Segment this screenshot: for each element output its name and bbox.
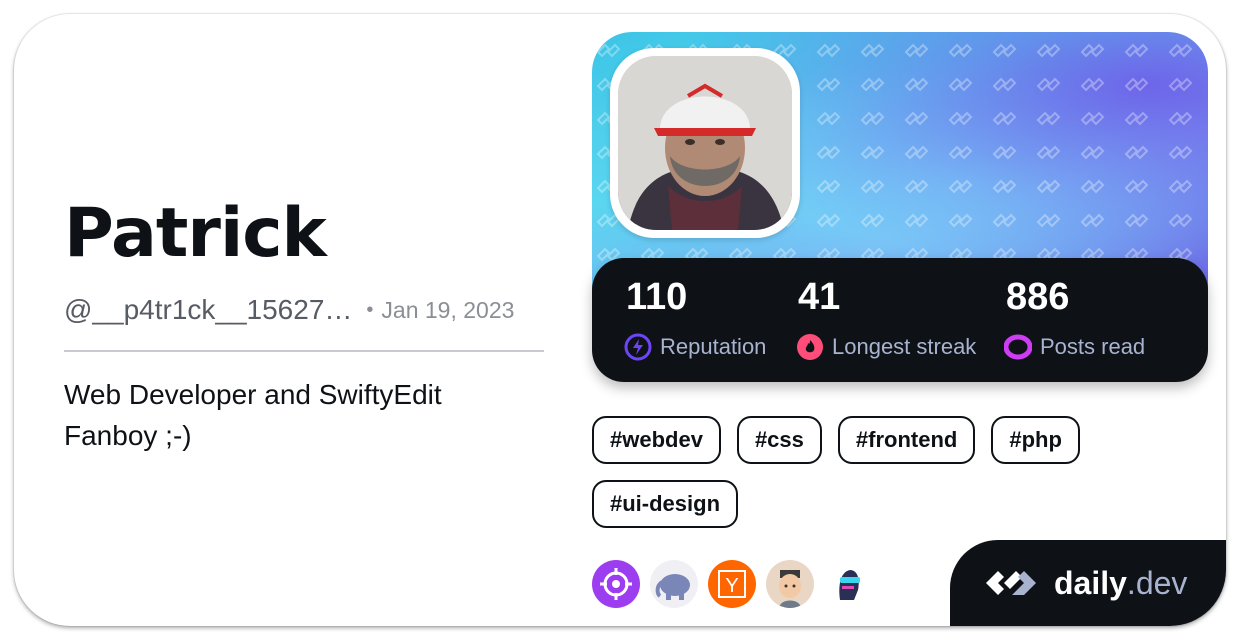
php-elephant-icon — [655, 574, 690, 600]
stat-reputation: 110 Reputation — [624, 276, 766, 361]
person-icon — [618, 56, 792, 230]
flame-icon — [797, 334, 823, 360]
ycombinator-letter: Y — [725, 575, 738, 597]
ring-icon — [1004, 334, 1032, 360]
profile-handle[interactable]: @__p4tr1ck__15627… — [64, 294, 352, 326]
stat-label: Longest streak — [832, 334, 977, 359]
crosshair-icon — [600, 568, 632, 600]
source-robot[interactable] — [824, 560, 872, 608]
divider — [64, 350, 544, 352]
tag-chip[interactable]: #ui-design — [592, 480, 739, 528]
stats-bar: 110 Reputation 41 Longest streak 886 Pos… — [592, 258, 1208, 382]
stat-posts-read: 886 Posts read — [1004, 276, 1145, 361]
avatar-face-icon — [779, 570, 801, 608]
robot-head-icon — [839, 570, 860, 600]
brand-logo[interactable]: daily . dev — [950, 540, 1226, 626]
profile-card: Patrick @__p4tr1ck__15627… • Jan 19, 202… — [14, 14, 1226, 626]
brand-dot: . — [1126, 564, 1136, 601]
tag-list: #webdev #css #frontend #php #ui-design — [592, 416, 1152, 528]
profile-meta: @__p4tr1ck__15627… • Jan 19, 2023 — [64, 294, 514, 326]
tag-chip[interactable]: #php — [991, 416, 1080, 464]
source-crosshair[interactable] — [592, 560, 640, 608]
profile-bio: Web Developer and SwiftyEdit Fanboy ;-) — [64, 379, 442, 451]
tag-chip[interactable]: #webdev — [592, 416, 721, 464]
tag-chip[interactable]: #frontend — [837, 416, 976, 464]
stat-label: Posts read — [1040, 334, 1146, 359]
brand-tld: dev — [1135, 564, 1188, 601]
stat-longest-streak: 41 Longest streak — [796, 276, 976, 361]
profile-name: Patrick — [64, 194, 327, 273]
source-php[interactable] — [650, 560, 698, 608]
stat-value: 41 — [798, 276, 841, 318]
meta-separator: • — [366, 298, 374, 321]
avatar-photo — [618, 56, 792, 230]
joined-date: Jan 19, 2023 — [381, 296, 515, 323]
stat-label: Reputation — [660, 334, 767, 359]
brand-name: daily — [1054, 564, 1127, 601]
tag-chip[interactable]: #css — [736, 416, 822, 464]
ycombinator-icon: Y — [718, 570, 746, 598]
daily-dev-logo-icon — [986, 571, 1036, 595]
source-list: Y — [592, 560, 872, 608]
profile-avatar[interactable] — [610, 48, 800, 238]
stat-value: 886 — [1006, 276, 1070, 318]
stat-value: 110 — [626, 276, 688, 318]
source-ycombinator[interactable]: Y — [708, 560, 756, 608]
bolt-icon — [624, 333, 652, 361]
source-avatar[interactable] — [766, 560, 814, 608]
